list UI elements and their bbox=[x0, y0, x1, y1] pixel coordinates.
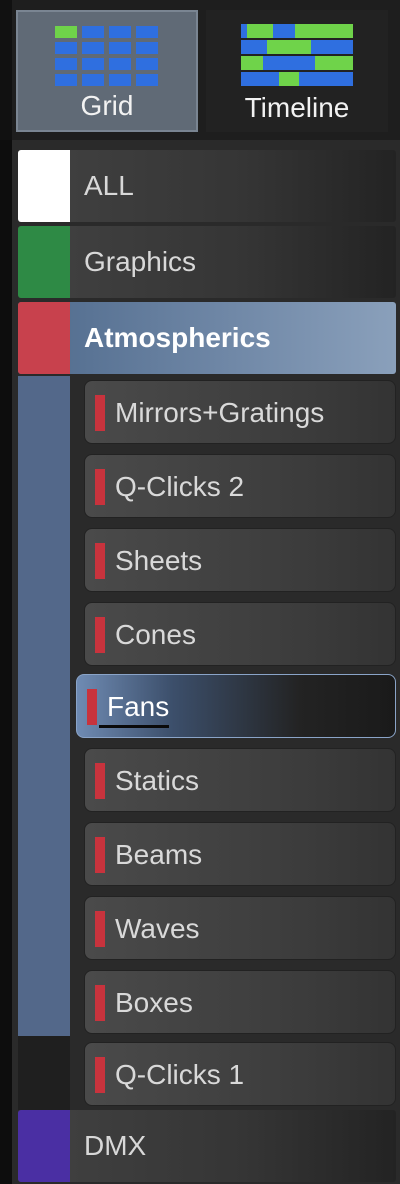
subcategory-label: Mirrors+Gratings bbox=[115, 397, 325, 428]
subcategory-beams[interactable]: Beams bbox=[84, 822, 396, 886]
subcategory-label: Beams bbox=[115, 839, 203, 870]
subcategory-label: Statics bbox=[115, 765, 200, 796]
subcategory-waves[interactable]: Waves bbox=[84, 896, 396, 960]
subcategory-label: Q-Clicks 1 bbox=[115, 1059, 245, 1090]
category-label: DMX bbox=[84, 1130, 147, 1161]
category-label: ALL bbox=[84, 170, 134, 201]
subcategory-q-clicks-2[interactable]: Q-Clicks 2 bbox=[84, 454, 396, 518]
subcategory-statics[interactable]: Statics bbox=[84, 748, 396, 812]
subcategory-color-mark bbox=[95, 395, 105, 431]
category-dmx[interactable]: DMX bbox=[18, 1110, 396, 1182]
category-color-swatch bbox=[18, 1110, 70, 1182]
subcategory-color-mark bbox=[95, 617, 105, 653]
subcategory-boxes[interactable]: Boxes bbox=[84, 970, 396, 1034]
subcategory-label: Sheets bbox=[115, 545, 203, 576]
category-list: ALL Graphics Atmospherics Mirrors+Gratin… bbox=[0, 140, 400, 1184]
subcategory-label: Cones bbox=[115, 619, 196, 650]
category-label: Graphics bbox=[84, 246, 197, 277]
timeline-view-icon bbox=[241, 24, 353, 86]
grid-view-label: Grid bbox=[80, 90, 134, 121]
subcategory-cones[interactable]: Cones bbox=[84, 602, 396, 666]
grid-view-button[interactable]: Grid bbox=[16, 10, 198, 132]
category-color-swatch bbox=[18, 302, 70, 374]
subcategory-group-strip bbox=[18, 376, 70, 1036]
subcategory-color-mark bbox=[95, 469, 105, 505]
subcategory-color-mark bbox=[95, 543, 105, 579]
category-all[interactable]: ALL bbox=[18, 150, 396, 222]
subcategory-fans[interactable]: Fans bbox=[76, 674, 396, 738]
category-color-swatch bbox=[18, 226, 70, 298]
subcategory-mirrors-gratings[interactable]: Mirrors+Gratings bbox=[84, 380, 396, 444]
subcategory-sheets[interactable]: Sheets bbox=[84, 528, 396, 592]
subcategory-color-mark bbox=[95, 985, 105, 1021]
timeline-view-button[interactable]: Timeline bbox=[206, 10, 388, 132]
subcategory-q-clicks-1[interactable]: Q-Clicks 1 bbox=[84, 1042, 396, 1106]
subcategory-label: Boxes bbox=[115, 987, 193, 1018]
timeline-view-label: Timeline bbox=[244, 92, 350, 123]
toolbar-edge bbox=[0, 0, 12, 140]
subcategory-color-mark bbox=[95, 1057, 105, 1093]
list-edge bbox=[0, 140, 12, 1184]
subcategory-color-mark bbox=[95, 911, 105, 947]
subcategory-color-mark bbox=[87, 689, 97, 725]
subcategory-label: Waves bbox=[115, 913, 200, 944]
category-graphics[interactable]: Graphics bbox=[18, 226, 396, 298]
view-toolbar: Grid Timeline bbox=[0, 0, 400, 140]
category-color-swatch bbox=[18, 150, 70, 222]
subcategory-color-mark bbox=[95, 837, 105, 873]
text-cursor-underline bbox=[99, 725, 169, 728]
subcategory-label: Q-Clicks 2 bbox=[115, 471, 245, 502]
subcategory-color-mark bbox=[95, 763, 105, 799]
category-atmospherics[interactable]: Atmospherics bbox=[18, 302, 396, 374]
subcategory-label: Fans bbox=[107, 691, 170, 722]
category-label: Atmospherics bbox=[84, 322, 271, 353]
grid-view-icon bbox=[55, 26, 158, 86]
subcategory-group-strip-end bbox=[18, 1036, 70, 1110]
